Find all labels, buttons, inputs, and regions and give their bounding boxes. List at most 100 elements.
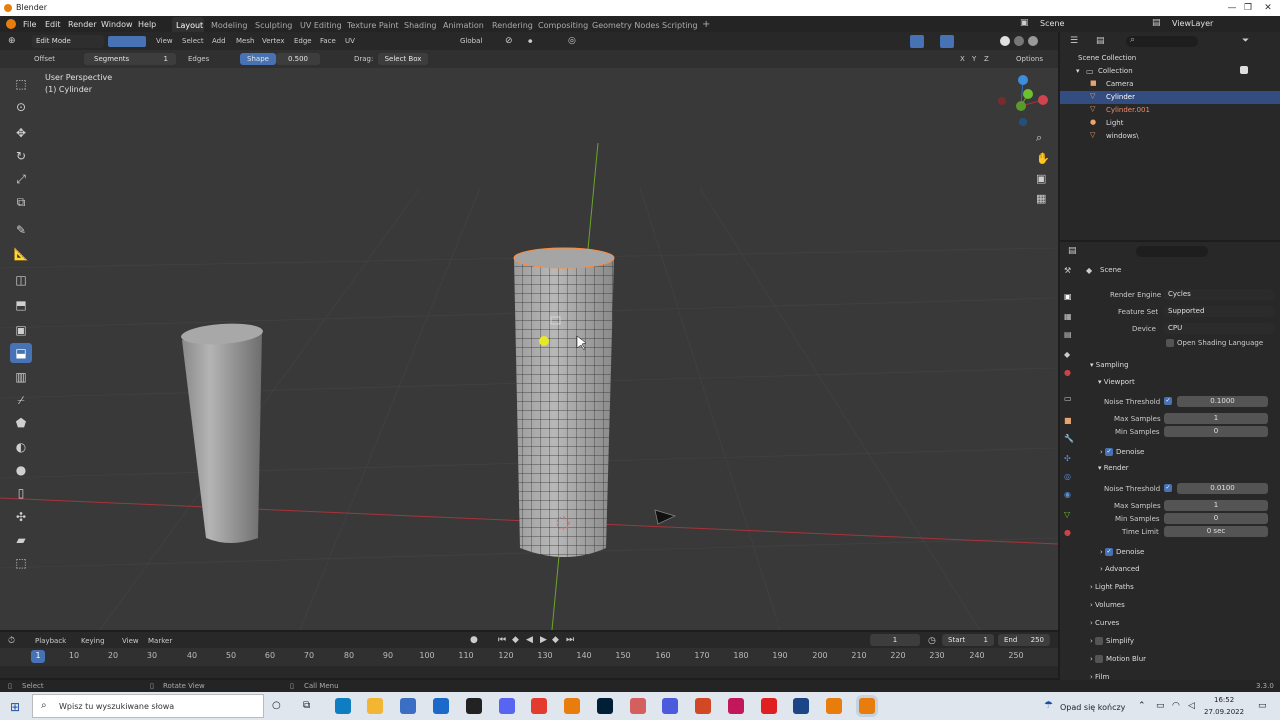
proportional-edit-icon[interactable]: ◎ bbox=[568, 36, 576, 46]
shape-value-field[interactable]: 0.500 bbox=[276, 53, 320, 65]
3d-viewport[interactable]: ⌕ ✋ ▣ ▦ User Perspective (1) Cylinder bbox=[0, 68, 1058, 630]
segments-field[interactable]: Segments 1 bbox=[84, 53, 176, 65]
outliner-row-camera[interactable]: ■ Camera bbox=[1060, 78, 1280, 91]
viewport-denoise-row[interactable]: › ✓ Denoise bbox=[1100, 448, 1144, 456]
constraints-tab-icon[interactable]: ◉ bbox=[1064, 490, 1071, 499]
particles-tab-icon[interactable]: ✣ bbox=[1064, 454, 1071, 463]
view-layer-name[interactable]: ViewLayer bbox=[1172, 19, 1213, 28]
volumes-section[interactable]: › Volumes bbox=[1090, 601, 1125, 609]
jump-end-icon[interactable]: ⏭ bbox=[566, 635, 574, 645]
motion-blur-checkbox[interactable] bbox=[1095, 655, 1104, 663]
weather-icon[interactable]: ☂ bbox=[1044, 700, 1053, 711]
shrink-fatten-tool-icon[interactable]: ✣ bbox=[10, 507, 32, 527]
blender-app-icon[interactable] bbox=[826, 698, 842, 714]
viewport-min-samples-field[interactable]: 0 bbox=[1164, 426, 1268, 437]
clock-date[interactable]: 27.09.2022 bbox=[1204, 708, 1244, 716]
menu-marker[interactable]: Marker bbox=[148, 637, 172, 645]
render-denoise-checkbox[interactable]: ✓ bbox=[1105, 548, 1114, 556]
viewport-max-samples-field[interactable]: 1 bbox=[1164, 413, 1268, 424]
tab-scripting[interactable]: Scripting bbox=[662, 21, 698, 30]
discord-app-icon[interactable] bbox=[499, 698, 515, 714]
play-reverse-icon[interactable]: ◀ bbox=[526, 635, 533, 645]
extrude-tool-icon[interactable]: ⬒ bbox=[10, 295, 32, 315]
start-frame-field[interactable]: Start 1 bbox=[942, 634, 994, 646]
spin-tool-icon[interactable]: ◐ bbox=[10, 437, 32, 457]
weather-notification[interactable]: Opad się kończy bbox=[1060, 703, 1125, 712]
mode-dropdown[interactable]: Edit Mode bbox=[32, 35, 104, 48]
minimize-icon[interactable]: — bbox=[1226, 2, 1238, 14]
clock-icon[interactable]: ◷ bbox=[928, 636, 936, 646]
maximize-icon[interactable]: ❐ bbox=[1242, 2, 1254, 14]
simplify-checkbox[interactable] bbox=[1095, 637, 1104, 645]
notification-center-icon[interactable]: ▭ bbox=[1258, 701, 1267, 711]
advanced-subsection[interactable]: › Advanced bbox=[1100, 565, 1140, 573]
scene-name[interactable]: Scene bbox=[1040, 19, 1064, 28]
viewport-subsection[interactable]: ▾ Viewport bbox=[1098, 378, 1135, 386]
tab-animation[interactable]: Animation bbox=[443, 21, 484, 30]
inset-tool-icon[interactable]: ▣ bbox=[10, 320, 32, 340]
outliner-row-collection[interactable]: ▾ ▭ Collection bbox=[1060, 65, 1280, 78]
close-icon[interactable]: ✕ bbox=[1262, 2, 1274, 14]
add-cube-tool-icon[interactable]: ◫ bbox=[10, 270, 32, 290]
affect-dropdown[interactable]: Edges bbox=[188, 55, 209, 63]
transform-orientation-dropdown[interactable]: Global bbox=[460, 37, 482, 45]
outliner-editor-icon[interactable]: ☰ bbox=[1070, 36, 1078, 46]
current-frame-field[interactable]: 1 bbox=[870, 634, 920, 646]
overlay-toggle[interactable] bbox=[940, 35, 954, 48]
select-mode-toggle[interactable] bbox=[108, 36, 146, 47]
jump-start-icon[interactable]: ⏮ bbox=[498, 635, 506, 645]
gizmo-toggle[interactable] bbox=[910, 35, 924, 48]
wifi-icon[interactable]: ◠ bbox=[1172, 701, 1180, 711]
cylinder-001-object[interactable] bbox=[180, 321, 263, 543]
menu-view[interactable]: View bbox=[156, 37, 173, 45]
device-dropdown[interactable]: CPU bbox=[1164, 323, 1274, 334]
drag-dropdown[interactable]: Select Box bbox=[378, 53, 428, 65]
knife-tool-icon[interactable]: ⌿ bbox=[10, 390, 32, 410]
render-min-samples-field[interactable]: 0 bbox=[1164, 513, 1268, 524]
transform-tool-icon[interactable]: ⧉ bbox=[10, 192, 32, 212]
end-frame-field[interactable]: End 250 bbox=[998, 634, 1050, 646]
timeline-editor-icon[interactable]: ⏱ bbox=[8, 636, 15, 646]
volume-icon[interactable]: ◁ bbox=[1188, 701, 1195, 711]
add-workspace-icon[interactable]: + bbox=[702, 19, 710, 30]
osl-checkbox[interactable] bbox=[1166, 339, 1174, 347]
viber-app-icon[interactable] bbox=[662, 698, 678, 714]
office-app-icon[interactable] bbox=[695, 698, 711, 714]
view-layer-icon[interactable]: ▤ bbox=[1152, 18, 1161, 28]
rotate-tool-icon[interactable]: ↻ bbox=[10, 146, 32, 166]
render-subsection[interactable]: ▾ Render bbox=[1098, 464, 1129, 472]
task-view-icon[interactable]: ⧉ bbox=[303, 700, 310, 711]
simplify-section[interactable]: › Simplify bbox=[1090, 637, 1134, 645]
menu-file[interactable]: File bbox=[23, 20, 36, 29]
shear-tool-icon[interactable]: ▰ bbox=[10, 530, 32, 550]
outliner-row-cylinder[interactable]: ▽ Cylinder bbox=[1060, 91, 1280, 104]
cylinder-object[interactable] bbox=[513, 247, 615, 557]
options-dropdown[interactable]: Options bbox=[1016, 55, 1043, 63]
tab-texture-paint[interactable]: Texture Paint bbox=[347, 21, 399, 30]
material-shading-icon[interactable] bbox=[1014, 36, 1024, 46]
taskbar-search-input[interactable]: ⌕ Wpisz tu wyszukiwane słowa bbox=[32, 694, 264, 718]
network-icon[interactable]: ▭ bbox=[1156, 701, 1165, 711]
poly-build-tool-icon[interactable]: ⬟ bbox=[10, 413, 32, 433]
record-icon[interactable]: ● bbox=[470, 635, 478, 645]
object-tab-icon[interactable]: ■ bbox=[1064, 416, 1072, 425]
camera-view-icon[interactable]: ▣ bbox=[1036, 172, 1046, 185]
tab-rendering[interactable]: Rendering bbox=[492, 21, 533, 30]
render-denoise-row[interactable]: › ✓ Denoise bbox=[1100, 548, 1144, 556]
pan-icon[interactable]: ✋ bbox=[1036, 152, 1050, 165]
solid-shading-icon[interactable] bbox=[1000, 36, 1010, 46]
world-tab-icon[interactable]: ● bbox=[1064, 368, 1071, 377]
scale-tool-icon[interactable]: ⤢ bbox=[10, 169, 32, 189]
time-limit-field[interactable]: 0 sec bbox=[1164, 526, 1268, 537]
viewport-noise-threshold-checkbox[interactable]: ✓ bbox=[1164, 397, 1172, 405]
zoom-icon[interactable]: ⌕ bbox=[1036, 131, 1042, 144]
light-paths-section[interactable]: › Light Paths bbox=[1090, 583, 1134, 591]
render-max-samples-field[interactable]: 1 bbox=[1164, 500, 1268, 511]
loop-cut-tool-icon[interactable]: ▥ bbox=[10, 367, 32, 387]
properties-editor-icon[interactable]: ▤ bbox=[1068, 246, 1077, 256]
collection-checkbox[interactable] bbox=[1240, 66, 1248, 74]
render-tab-icon[interactable]: ▣ bbox=[1064, 292, 1072, 301]
collection-tab-icon[interactable]: ▭ bbox=[1064, 394, 1072, 403]
shape-label-field[interactable]: Shape bbox=[240, 53, 276, 65]
pivot-icon[interactable]: ⊘ bbox=[505, 36, 513, 46]
